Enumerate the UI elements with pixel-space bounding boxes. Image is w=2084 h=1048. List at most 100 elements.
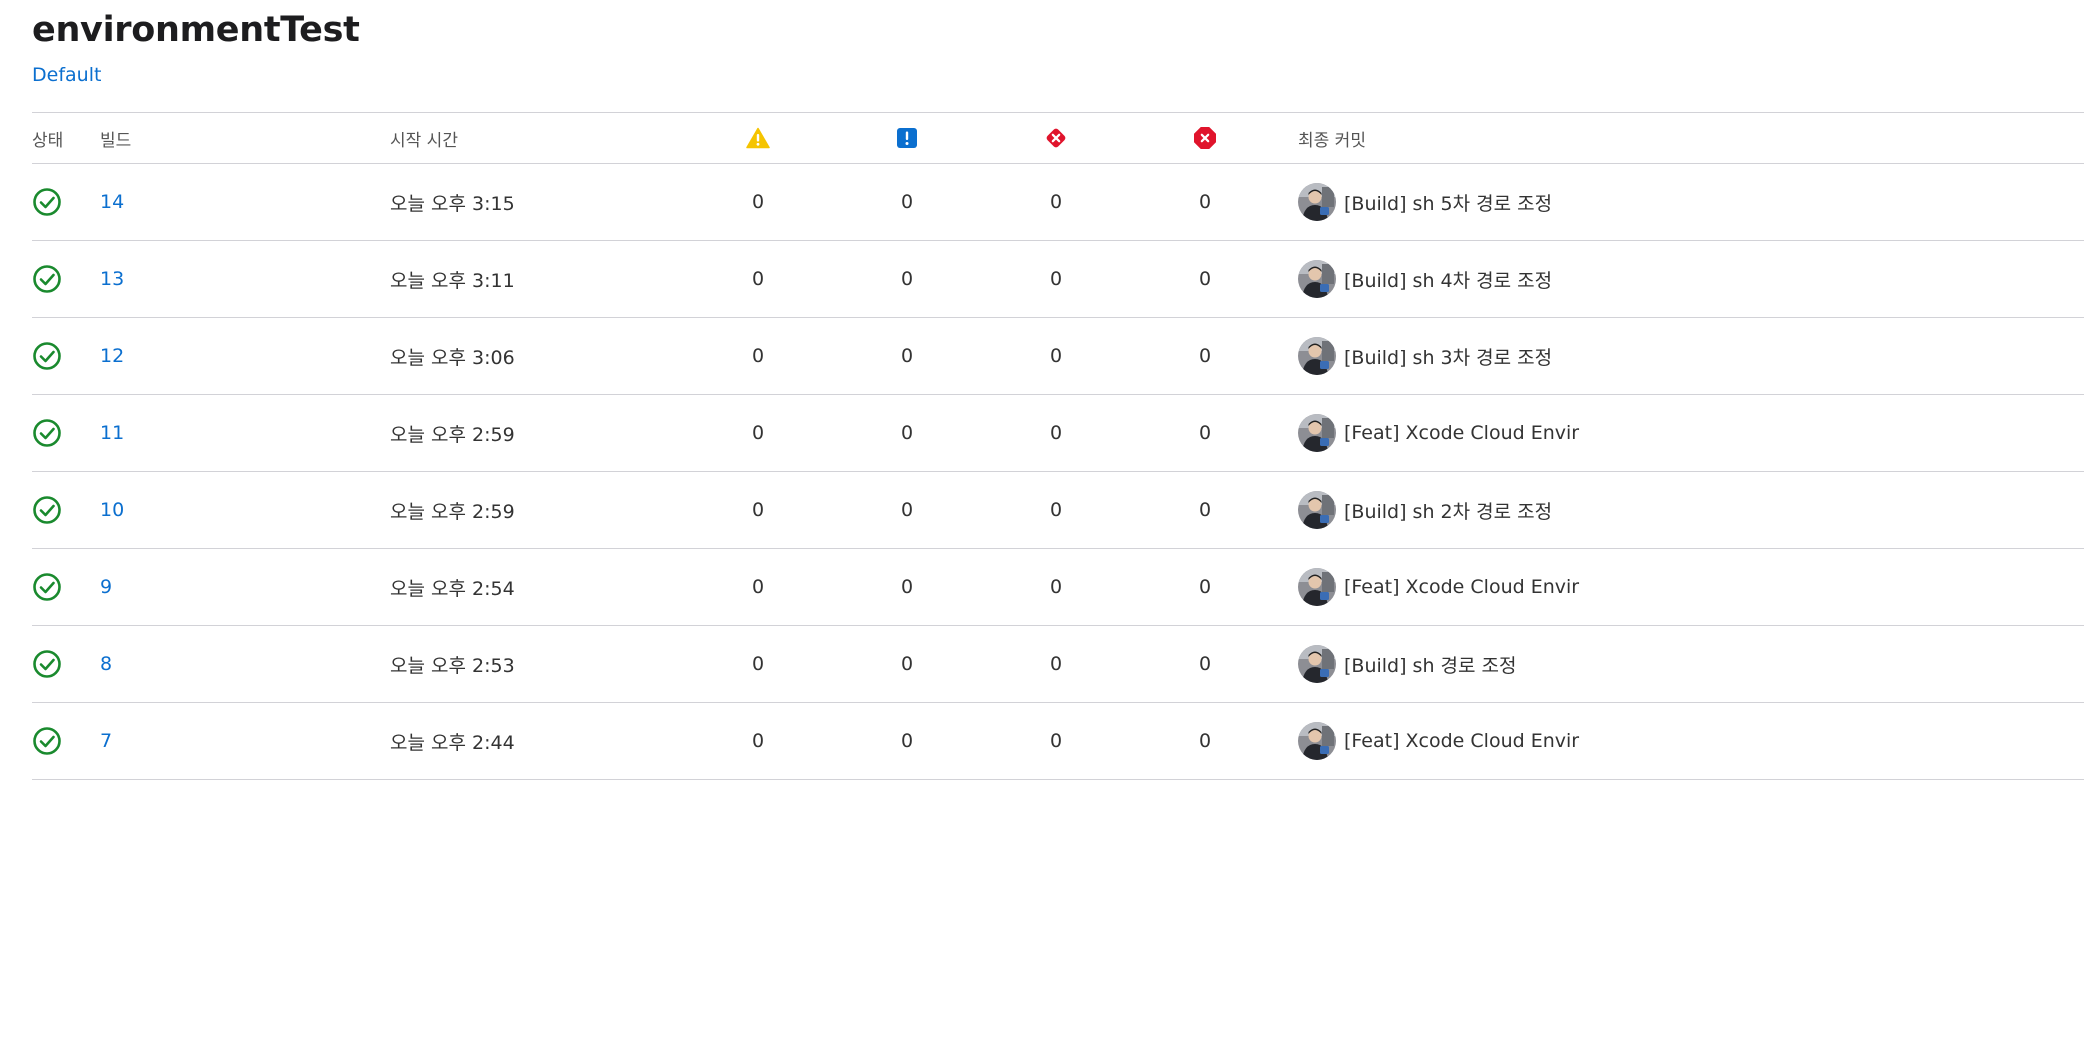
commit-cell[interactable]: [Feat] Xcode Cloud Envir — [1298, 703, 1579, 779]
build-cell: 7 — [100, 703, 112, 779]
commit-cell[interactable]: [Build] sh 4차 경로 조정 — [1298, 241, 1552, 317]
header-start-time[interactable]: 시작 시간 — [390, 113, 458, 163]
analyzer-cell: 0 — [877, 395, 937, 471]
errors-count: 0 — [1049, 730, 1063, 752]
table-row[interactable]: 7 오늘 오후 2:44 0 0 0 0 [Feat] Xcode Cloud Envir — [32, 703, 2084, 780]
commit-cell[interactable]: [Build] sh 3차 경로 조정 — [1298, 318, 1552, 394]
commit-info: [Build] sh 5차 경로 조정 — [1298, 183, 1552, 221]
table-row[interactable]: 14 오늘 오후 3:15 0 0 0 0 [Build] sh 5차 경로 조정 — [32, 164, 2084, 241]
success-check-icon — [33, 342, 61, 370]
failures-count: 0 — [1198, 422, 1212, 444]
errors-cell: 0 — [1026, 549, 1086, 625]
errors-count: 0 — [1049, 191, 1063, 213]
header-last-commit[interactable]: 최종 커밋 — [1298, 113, 1366, 163]
errors-cell: 0 — [1026, 472, 1086, 548]
commit-info: [Build] sh 4차 경로 조정 — [1298, 260, 1552, 298]
start-time-cell: 오늘 오후 3:06 — [390, 318, 515, 394]
warnings-cell: 0 — [728, 703, 788, 779]
commit-info: [Build] sh 3차 경로 조정 — [1298, 337, 1552, 375]
status-cell — [32, 241, 62, 317]
build-cell: 9 — [100, 549, 112, 625]
build-number-link[interactable]: 12 — [100, 345, 124, 367]
page: environmentTest Default 상태 빌드 시작 시간 최종 커… — [0, 0, 2084, 1048]
commit-info: [Feat] Xcode Cloud Envir — [1298, 414, 1579, 452]
analyzer-count: 0 — [900, 345, 914, 367]
errors-cell: 0 — [1026, 395, 1086, 471]
table-row[interactable]: 12 오늘 오후 3:06 0 0 0 0 [Build] sh 3차 경로 조정 — [32, 318, 2084, 395]
warnings-count: 0 — [751, 499, 765, 521]
errors-cell: 0 — [1026, 626, 1086, 702]
failures-cell: 0 — [1175, 472, 1235, 548]
build-number-link[interactable]: 9 — [100, 576, 112, 598]
warnings-count: 0 — [751, 191, 765, 213]
start-time: 오늘 오후 3:06 — [390, 346, 515, 369]
failures-count: 0 — [1198, 499, 1212, 521]
build-number-link[interactable]: 13 — [100, 268, 124, 290]
header-analyzer[interactable] — [877, 113, 937, 163]
errors-cell: 0 — [1026, 318, 1086, 394]
analyzer-count: 0 — [900, 653, 914, 675]
commit-message: [Feat] Xcode Cloud Envir — [1344, 576, 1580, 598]
analyzer-issue-icon — [897, 128, 917, 148]
errors-count: 0 — [1049, 499, 1063, 521]
errors-cell: 0 — [1026, 241, 1086, 317]
page-title: environmentTest — [32, 10, 360, 50]
failures-count: 0 — [1198, 653, 1212, 675]
start-time-cell: 오늘 오후 2:44 — [390, 703, 515, 779]
commit-message: [Build] sh 경로 조정 — [1344, 654, 1517, 677]
analyzer-count: 0 — [900, 191, 914, 213]
test-failure-circle-icon — [1194, 127, 1216, 149]
header-build[interactable]: 빌드 — [100, 113, 131, 163]
header-errors[interactable] — [1026, 113, 1086, 163]
build-number-link[interactable]: 10 — [100, 499, 124, 521]
table-row[interactable]: 9 오늘 오후 2:54 0 0 0 0 [Feat] Xcode Cloud Envir — [32, 549, 2084, 626]
success-check-icon — [33, 573, 61, 601]
table-row[interactable]: 13 오늘 오후 3:11 0 0 0 0 [Build] sh 4차 경로 조정 — [32, 241, 2084, 318]
start-time: 오늘 오후 2:53 — [390, 654, 515, 677]
avatar — [1298, 414, 1336, 452]
header-failures[interactable] — [1175, 113, 1235, 163]
avatar — [1298, 260, 1336, 298]
analyzer-count: 0 — [900, 422, 914, 444]
commit-cell[interactable]: [Feat] Xcode Cloud Envir — [1298, 395, 1579, 471]
analyzer-cell: 0 — [877, 626, 937, 702]
success-check-icon — [33, 265, 61, 293]
success-check-icon — [33, 727, 61, 755]
commit-message: [Build] sh 4차 경로 조정 — [1344, 269, 1553, 292]
commit-message: [Build] sh 2차 경로 조정 — [1344, 500, 1553, 523]
analyzer-cell: 0 — [877, 549, 937, 625]
build-cell: 11 — [100, 395, 124, 471]
commit-cell[interactable]: [Feat] Xcode Cloud Envir — [1298, 549, 1579, 625]
status-cell — [32, 164, 62, 240]
start-time-cell: 오늘 오후 3:11 — [390, 241, 515, 317]
analyzer-count: 0 — [900, 730, 914, 752]
build-number-link[interactable]: 14 — [100, 191, 124, 213]
analyzer-count: 0 — [900, 576, 914, 598]
build-number-link[interactable]: 7 — [100, 730, 112, 752]
commit-cell[interactable]: [Build] sh 2차 경로 조정 — [1298, 472, 1552, 548]
warnings-count: 0 — [751, 653, 765, 675]
success-check-icon — [33, 650, 61, 678]
table-row[interactable]: 10 오늘 오후 2:59 0 0 0 0 [Build] sh 2차 경로 조정 — [32, 472, 2084, 549]
failures-cell: 0 — [1175, 318, 1235, 394]
avatar — [1298, 645, 1336, 683]
analyzer-cell: 0 — [877, 164, 937, 240]
analyzer-cell: 0 — [877, 703, 937, 779]
table-row[interactable]: 8 오늘 오후 2:53 0 0 0 0 [Build] sh 경로 조정 — [32, 626, 2084, 703]
branch-link[interactable]: Default — [32, 64, 101, 86]
warnings-count: 0 — [751, 268, 765, 290]
header-status[interactable]: 상태 — [32, 113, 63, 163]
failures-count: 0 — [1198, 730, 1212, 752]
warnings-count: 0 — [751, 422, 765, 444]
commit-cell[interactable]: [Build] sh 경로 조정 — [1298, 626, 1517, 702]
build-number-link[interactable]: 11 — [100, 422, 124, 444]
start-time: 오늘 오후 3:11 — [390, 269, 515, 292]
build-number-link[interactable]: 8 — [100, 653, 112, 675]
commit-message: [Build] sh 5차 경로 조정 — [1344, 192, 1553, 215]
table-row[interactable]: 11 오늘 오후 2:59 0 0 0 0 [Feat] Xcode Cloud Envir — [32, 395, 2084, 472]
error-diamond-icon — [1046, 128, 1066, 148]
commit-cell[interactable]: [Build] sh 5차 경로 조정 — [1298, 164, 1552, 240]
start-time-cell: 오늘 오후 3:15 — [390, 164, 515, 240]
header-warnings[interactable] — [728, 113, 788, 163]
build-cell: 10 — [100, 472, 124, 548]
